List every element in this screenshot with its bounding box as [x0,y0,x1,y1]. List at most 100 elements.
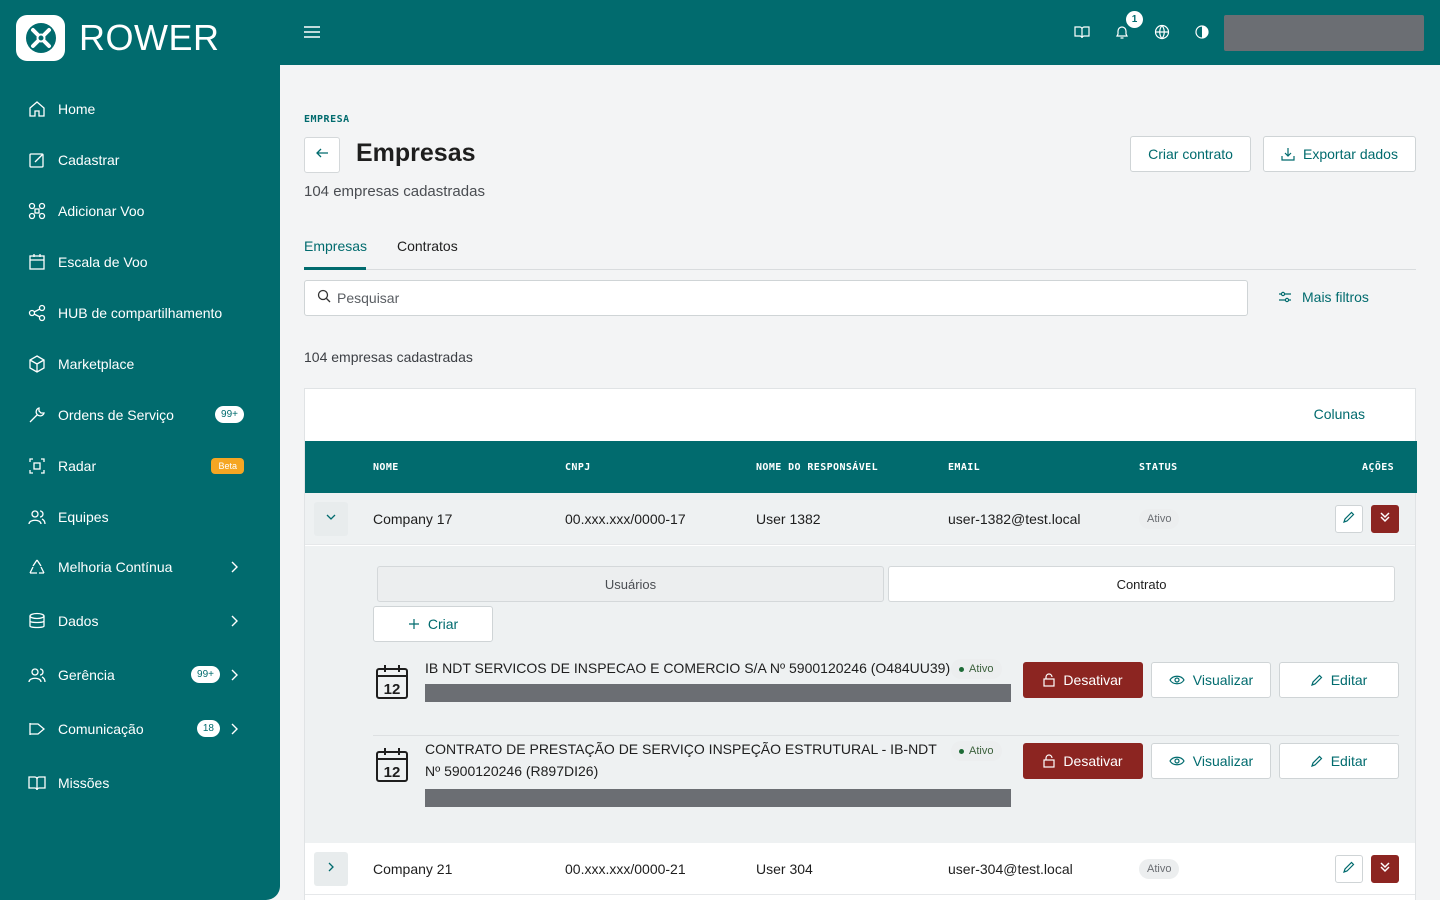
user-menu[interactable] [1224,15,1424,51]
subtab-usuarios[interactable]: Usuários [377,566,884,602]
count-badge: 99+ [215,406,244,423]
sidebar-item-ordens-de-servico[interactable]: Ordens de Serviço 99+ [0,395,280,435]
view-label: Visualizar [1192,672,1254,688]
deactivate-label: Desativar [1063,753,1123,769]
edit-icon [28,151,46,169]
home-icon [28,100,46,118]
company-email: user-304@test.local [948,861,1073,877]
column-header[interactable]: EMAIL [948,462,980,473]
sidebar-item-dados[interactable]: Dados [0,601,280,641]
collapse-row-button[interactable] [314,502,348,536]
book-icon [28,774,46,792]
tab-empresas[interactable]: Empresas [304,238,367,254]
calendar-icon: 12 [375,747,409,783]
row-actions-button[interactable] [1371,505,1399,533]
sidebar-item-adicionar-voo[interactable]: Adicionar Voo [0,191,280,231]
filters-label: Mais filtros [1302,289,1369,305]
edit-row-button[interactable] [1335,505,1363,533]
sidebar: ROWER Home Cadastrar Adicionar Voo Escal… [0,0,280,900]
edit-button[interactable]: Editar [1279,743,1399,779]
logo[interactable]: ROWER [16,15,220,61]
sidebar-item-hub[interactable]: HUB de compartilhamento [0,293,280,333]
status-badge: Ativo [951,659,1003,679]
sidebar-item-cadastrar[interactable]: Cadastrar [0,140,280,180]
bell-icon[interactable] [1114,24,1130,40]
search-input[interactable] [337,290,1217,306]
chevron-down-icon [324,510,338,529]
export-data-button[interactable]: Exportar dados [1263,136,1416,172]
deactivate-button[interactable]: Desativar [1023,662,1143,698]
count-badge: 18 [196,720,220,737]
beta-badge: Beta [211,458,244,474]
create-contract-item-button[interactable]: Criar [373,606,493,642]
lock-icon [1043,754,1056,768]
back-button[interactable] [304,137,340,173]
menu-icon[interactable] [302,22,322,42]
subtab-contrato[interactable]: Contrato [888,566,1395,602]
sidebar-item-label: Dados [58,613,99,629]
sidebar-item-melhoria-continua[interactable]: Melhoria Contínua [0,547,280,587]
sidebar-item-home[interactable]: Home [0,89,280,129]
sidebar-item-missoes[interactable]: Missões [0,763,280,803]
pencil-icon [1343,860,1355,878]
pencil-icon [1310,755,1323,767]
company-cnpj: 00.xxx.xxx/0000-17 [565,511,686,527]
share-icon [28,304,46,322]
columns-button[interactable]: Colunas [1314,406,1365,422]
expand-row-button[interactable] [314,852,348,886]
export-label: Exportar dados [1303,146,1398,162]
view-button[interactable]: Visualizar [1151,743,1271,779]
table-header: NOME CNPJ NOME DO RESPONSÁVEL EMAIL STAT… [305,441,1417,493]
chevrons-down-icon [1379,510,1391,528]
table-row[interactable]: Company 17 00.xxx.xxx/0000-17 User 1382 … [305,493,1415,545]
sidebar-item-label: Adicionar Voo [58,203,145,219]
edit-label: Editar [1330,672,1368,688]
recycle-icon [28,558,46,576]
plus-icon [408,618,420,630]
company-name: Company 17 [373,511,453,527]
database-icon [28,612,46,630]
company-name: Company 21 [373,861,453,877]
sidebar-item-label: Marketplace [58,356,135,372]
drone-icon [28,202,46,220]
more-filters-button[interactable]: Mais filtros [1278,289,1369,305]
megaphone-icon [28,720,46,738]
edit-row-button[interactable] [1335,855,1363,883]
view-button[interactable]: Visualizar [1151,662,1271,698]
calendar-day: 12 [384,764,401,781]
sidebar-item-label: Ordens de Serviço [58,407,174,423]
lock-icon [1043,673,1056,687]
edit-button[interactable]: Editar [1279,662,1399,698]
edit-label: Editar [1330,753,1368,769]
sidebar-item-equipes[interactable]: Equipes [0,497,280,537]
sidebar-item-marketplace[interactable]: Marketplace [0,344,280,384]
notification-badge: 1 [1126,11,1143,28]
column-header[interactable]: CNPJ [565,462,591,473]
sidebar-item-gerencia[interactable]: Gerência 99+ [0,655,280,695]
calendar-icon: 12 [375,664,409,700]
column-header[interactable]: STATUS [1139,462,1178,473]
contrast-icon[interactable] [1194,24,1210,40]
contract-title: CONTRATO DE PRESTAÇÃO DE SERVIÇO INSPEÇÃ… [425,741,937,779]
responsible-name: User 1382 [756,511,821,527]
row-actions-button[interactable] [1371,855,1399,883]
company-email: user-1382@test.local [948,511,1081,527]
search-icon [317,289,331,308]
deactivate-button[interactable]: Desativar [1023,743,1143,779]
sidebar-item-label: Melhoria Contínua [58,559,173,575]
column-header[interactable]: NOME DO RESPONSÁVEL [756,462,878,473]
breadcrumb: EMPRESA [304,114,350,125]
table-row[interactable]: Company 21 00.xxx.xxx/0000-21 User 304 u… [305,843,1415,895]
tab-contratos[interactable]: Contratos [397,238,458,254]
users-icon [28,508,46,526]
create-contract-button[interactable]: Criar contrato [1130,136,1251,172]
count-badge: 99+ [191,666,220,683]
book-icon[interactable] [1074,24,1090,40]
sidebar-item-radar[interactable]: Radar Beta [0,446,280,486]
contract-item: 12 CONTRATO DE PRESTAÇÃO DE SERVIÇO INSP… [373,733,1399,823]
column-header[interactable]: NOME [373,462,399,473]
globe-icon[interactable] [1154,24,1170,40]
sidebar-item-comunicacao[interactable]: Comunicação 18 [0,709,280,749]
contract-redacted-bar [425,789,1011,807]
sidebar-item-escala-de-voo[interactable]: Escala de Voo [0,242,280,282]
